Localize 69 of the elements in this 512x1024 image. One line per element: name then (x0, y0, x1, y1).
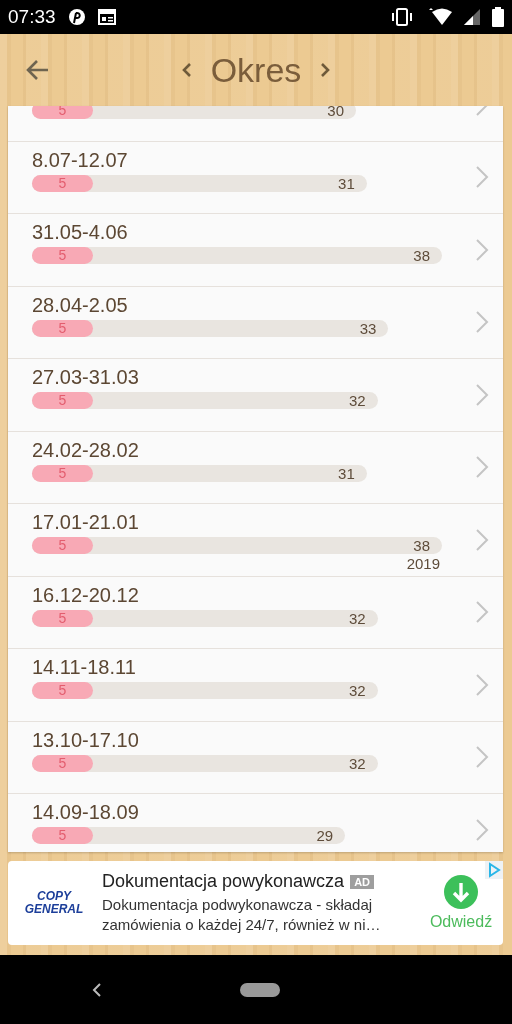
chevron-right-icon (319, 61, 332, 79)
count-chip: 5 (32, 609, 93, 627)
period-dates: 8.07-12.07 (32, 148, 129, 172)
count-chip: 5 (32, 754, 93, 772)
chevron-icon (475, 455, 489, 480)
period-dates: 13.10-17.10 (32, 728, 140, 752)
period-row[interactable]: 31.05-4.06 5 38 (8, 214, 503, 287)
period-row[interactable]: 24.02-28.02 5 31 (8, 431, 503, 504)
period-row[interactable]: 14.11-18.11 5 32 (8, 649, 503, 722)
count-chip: 5 (32, 827, 93, 845)
back-arrow-icon (24, 58, 50, 82)
total-value: 38 (413, 247, 430, 265)
year-label: 2019 (406, 554, 440, 575)
vibrate-icon (390, 8, 414, 26)
period-dates: 27.03-31.03 (32, 366, 140, 390)
total-value: 32 (348, 609, 366, 627)
chevron-icon (475, 165, 489, 190)
total-value: 38 (413, 537, 430, 555)
count-chip: 5 (32, 464, 93, 482)
notification-icon (67, 8, 86, 26)
chevron-icon (475, 672, 489, 697)
total-value: 32 (348, 392, 366, 410)
download-icon (444, 875, 478, 909)
chevron-icon (475, 527, 489, 552)
total-value: 29 (316, 827, 334, 845)
count-chip: 5 (32, 537, 93, 555)
period-row[interactable]: 13.10-17.10 5 32 (8, 721, 503, 794)
period-row[interactable]: 17.01-21.01 5 38 2019 (8, 504, 503, 577)
period-dates: 14.11-18.11 (32, 656, 137, 680)
chevron-icon (475, 310, 489, 335)
period-dates: 24.02-28.02 (32, 438, 140, 462)
total-value: 31 (338, 464, 355, 482)
logo: COPY GENERAL (23, 890, 85, 916)
total-value: 31 (338, 174, 355, 192)
battery-icon (492, 7, 504, 27)
total-value: 30 (327, 106, 344, 120)
period-row[interactable]: 27.03-31.03 5 32 (8, 359, 503, 432)
period-row[interactable]: 28.04-2.05 5 33 (8, 286, 503, 359)
page-title: Okres (210, 50, 302, 90)
period-row[interactable]: 16.12-20.12 5 32 (8, 576, 503, 649)
total-value: 32 (348, 682, 366, 700)
period-dates: 17.01-21.01 (32, 511, 140, 535)
ad-title: Dokumentacja powykonawcza (102, 871, 345, 892)
count-chip: 5 (32, 174, 93, 192)
ad-badge: AD (350, 874, 374, 889)
signal-icon (464, 9, 480, 25)
home-button[interactable] (240, 982, 280, 997)
chevron-icon (475, 382, 489, 407)
ad-description: Dokumentacja podwykonawcza - składaj zamówienia o każdej 24/7, również w ni… (102, 895, 382, 935)
clock: 07:33 (8, 6, 56, 28)
count-chip: 5 (32, 319, 93, 337)
period-row[interactable]: 5 30 (8, 106, 503, 142)
back-icon[interactable] (91, 980, 103, 999)
count-chip: 5 (32, 106, 93, 120)
total-value: 32 (348, 754, 366, 772)
period-dates: 14.09-18.09 (32, 801, 140, 825)
count-chip: 5 (32, 247, 93, 265)
period-dates: 31.05-4.06 (32, 221, 129, 245)
count-chip: 5 (32, 682, 93, 700)
chevron-left-icon (180, 61, 193, 79)
count-chip: 5 (32, 392, 93, 410)
chevron-icon (475, 600, 489, 625)
total-value: 33 (359, 319, 377, 337)
chevron-icon (475, 237, 489, 262)
chevron-icon (475, 817, 489, 842)
period-dates: 16.12-20.12 (32, 583, 140, 607)
chevron-icon (475, 745, 489, 770)
period-dates: 28.04-2.05 (32, 293, 129, 317)
period-row[interactable]: 8.07-12.07 5 31 (8, 141, 503, 214)
